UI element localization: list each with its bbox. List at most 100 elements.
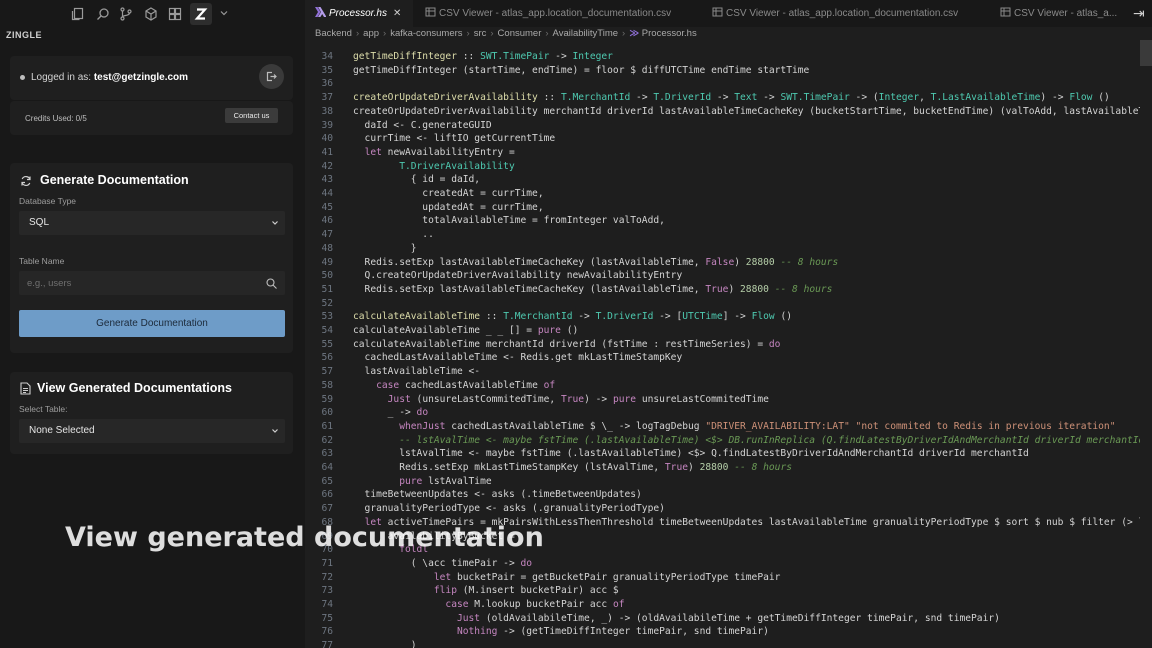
zingle-logo-icon[interactable] <box>190 3 212 25</box>
code-line[interactable]: 60 _ -> do <box>305 406 1152 420</box>
editor-scrollbar[interactable] <box>1140 40 1152 648</box>
code-line[interactable]: 61 whenJust cachedLastAvailableTime $ \_… <box>305 420 1152 434</box>
code-line[interactable]: 67 granualityPeriodType <- asks (.granua… <box>305 502 1152 516</box>
logout-button[interactable] <box>259 64 284 89</box>
code-line[interactable]: 39 daId <- C.generateGUID <box>305 119 1152 133</box>
code-line[interactable]: 62 -- lstAvalTime <- maybe fstTime (.las… <box>305 434 1152 448</box>
code-line[interactable]: 59 Just (unsureLastCommitedTime, True) -… <box>305 393 1152 407</box>
line-number: 76 <box>321 626 333 638</box>
code-line[interactable]: 44 createdAt = currTime, <box>305 187 1152 201</box>
code-line[interactable]: 54 calculateAvailableTime _ _ [] = pure (… <box>305 324 1152 338</box>
code-line[interactable]: 43 { id = daId, <box>305 173 1152 187</box>
tab-csv-viewer-3[interactable]: CSV Viewer - atlas_a... <box>988 0 1128 27</box>
select-table-value: None Selected <box>29 425 95 436</box>
tab-overflow-icon[interactable]: ⇥ <box>1133 0 1152 27</box>
code-line[interactable]: 52 <box>305 297 1152 311</box>
line-number: 38 <box>321 105 333 117</box>
chevron-down-icon[interactable] <box>218 7 230 19</box>
line-number: 43 <box>321 174 333 186</box>
chevron-down-icon <box>272 429 278 433</box>
breadcrumb-item[interactable]: Consumer <box>498 28 542 39</box>
line-text: totalAvailableTime = fromInteger valToAd… <box>353 215 665 227</box>
code-line[interactable]: 35 getTimeDiffInteger (startTime, endTime… <box>305 64 1152 78</box>
explorer-icon[interactable] <box>70 6 86 22</box>
line-text: case M.lookup bucketPair acc of <box>445 599 625 610</box>
tab-csv-viewer-2[interactable]: CSV Viewer - atlas_app.location_document… <box>700 0 988 27</box>
code-line[interactable]: 47 .. <box>305 228 1152 242</box>
line-number: 53 <box>321 311 333 323</box>
contact-us-button[interactable]: Contact us <box>225 108 278 123</box>
line-text: Redis.setExp mkLastTimeStampKey (lstAval… <box>353 462 793 473</box>
table-name-input[interactable] <box>19 271 285 295</box>
line-number: 36 <box>321 78 333 90</box>
line-text: T.DriverAvailability <box>399 160 515 172</box>
search-icon[interactable] <box>95 6 111 22</box>
editor-tab-bar: Processor.hs ✕ CSV Viewer - atlas_app.loc… <box>305 0 1152 27</box>
code-line[interactable]: 42 T.DriverAvailability <box>305 160 1152 174</box>
breadcrumb-item[interactable]: AvailabilityTime <box>553 28 618 39</box>
tab-csv-viewer-1[interactable]: CSV Viewer - atlas_app.location_document… <box>413 0 700 27</box>
code-line[interactable]: 66 timeBetweenUpdates <- asks (.timeBetw… <box>305 488 1152 502</box>
code-line[interactable]: 65 pure lstAvalTime <box>305 475 1152 489</box>
code-line[interactable]: 46 totalAvailableTime = fromInteger valT… <box>305 214 1152 228</box>
line-text: let newAvailabilityEntry = <box>364 146 515 158</box>
code-line[interactable]: 72 let bucketPair = getBucketPair granua… <box>305 571 1152 585</box>
code-line[interactable]: 34 getTimeDiffInteger :: SWT.TimePair -> … <box>305 50 1152 64</box>
code-line[interactable]: 74 case M.lookup bucketPair acc of <box>305 598 1152 612</box>
code-line[interactable]: 73 flip (M.insert bucketPair) acc $ <box>305 584 1152 598</box>
code-line[interactable]: 49 Redis.setExp lastAvailableTimeCacheKe… <box>305 256 1152 270</box>
line-text: Redis.setExp lastAvailableTimeCacheKey (… <box>353 256 839 268</box>
line-text: Q.createOrUpdateDriverAvailability newAv… <box>353 270 683 282</box>
activity-bar <box>0 0 305 27</box>
search-icon[interactable] <box>266 278 277 289</box>
code-line[interactable]: 58 case cachedLastAvailableTime of <box>305 379 1152 393</box>
code-line[interactable]: 38 createOrUpdateDriverAvailability merch… <box>305 105 1152 119</box>
extensions-icon[interactable] <box>167 6 183 22</box>
code-line[interactable]: 48 } <box>305 242 1152 256</box>
code-line[interactable]: 75 Just (oldAvailabileTime, _) -> (oldAv… <box>305 612 1152 626</box>
line-number: 55 <box>321 338 333 350</box>
code-line[interactable]: 63 lstAvalTime <- maybe fstTime (.lastAv… <box>305 447 1152 461</box>
code-line[interactable]: 57 lastAvailableTime <- <box>305 365 1152 379</box>
refresh-icon <box>21 175 31 187</box>
line-number: 47 <box>321 229 333 241</box>
line-number: 75 <box>321 612 333 624</box>
select-table-dropdown[interactable]: None Selected <box>19 419 285 443</box>
breadcrumb-item[interactable]: app <box>363 28 379 39</box>
line-number: 72 <box>321 571 333 583</box>
line-text: currTime <- liftIO getCurrentTime <box>353 133 556 145</box>
code-line[interactable]: 64 Redis.setExp mkLastTimeStampKey (lstA… <box>305 461 1152 475</box>
database-type-select[interactable]: SQL <box>19 211 285 235</box>
line-text: daId <- C.generateGUID <box>353 119 492 131</box>
breadcrumb-item[interactable]: Backend <box>315 28 352 39</box>
code-line[interactable]: 36 <box>305 77 1152 91</box>
code-line[interactable]: 40 currTime <- liftIO getCurrentTime <box>305 132 1152 146</box>
code-line[interactable]: 71 ( \acc timePair -> do <box>305 557 1152 571</box>
code-line[interactable]: 76 Nothing -> (getTimeDiffInteger timePa… <box>305 625 1152 639</box>
code-line[interactable]: 55 calculateAvailableTime merchantId driv… <box>305 338 1152 352</box>
line-text: createdAt = currTime, <box>353 188 544 199</box>
code-line[interactable]: 50 Q.createOrUpdateDriverAvailability ne… <box>305 269 1152 283</box>
generate-documentation-button[interactable]: Generate Documentation <box>19 310 285 337</box>
breadcrumb-item[interactable]: src <box>474 28 487 39</box>
line-text: getTimeDiffInteger (startTime, endTime) … <box>353 64 810 76</box>
source-control-icon[interactable] <box>118 6 134 22</box>
code-line[interactable]: 41 let newAvailabilityEntry = <box>305 146 1152 160</box>
tab-processor-hs[interactable]: Processor.hs ✕ <box>305 0 413 27</box>
generate-documentation-title: Generate Documentation <box>40 173 189 187</box>
close-icon[interactable]: ✕ <box>393 0 401 27</box>
code-line[interactable]: 45 updatedAt = currTime, <box>305 201 1152 215</box>
scrollbar-thumb[interactable] <box>1140 40 1152 66</box>
code-line[interactable]: 56 cachedLastAvailableTime <- Redis.get … <box>305 351 1152 365</box>
code-line[interactable]: 53 calculateAvailableTime :: T.MerchantId… <box>305 310 1152 324</box>
line-text: } <box>353 242 417 254</box>
line-number: 66 <box>321 489 333 501</box>
breadcrumb-item[interactable]: Processor.hs <box>642 28 697 39</box>
csv-file-icon <box>1000 1 1011 17</box>
breadcrumb-item[interactable]: kafka-consumers <box>390 28 462 39</box>
code-line[interactable]: 51 Redis.setExp lastAvailableTimeCacheKe… <box>305 283 1152 297</box>
view-generated-documentations-card: View Generated Documentations Select Tab… <box>10 372 293 454</box>
code-line[interactable]: 37 createOrUpdateDriverAvailability :: T.… <box>305 91 1152 105</box>
code-line[interactable]: 77 ) <box>305 639 1152 648</box>
debug-icon[interactable] <box>143 6 159 22</box>
